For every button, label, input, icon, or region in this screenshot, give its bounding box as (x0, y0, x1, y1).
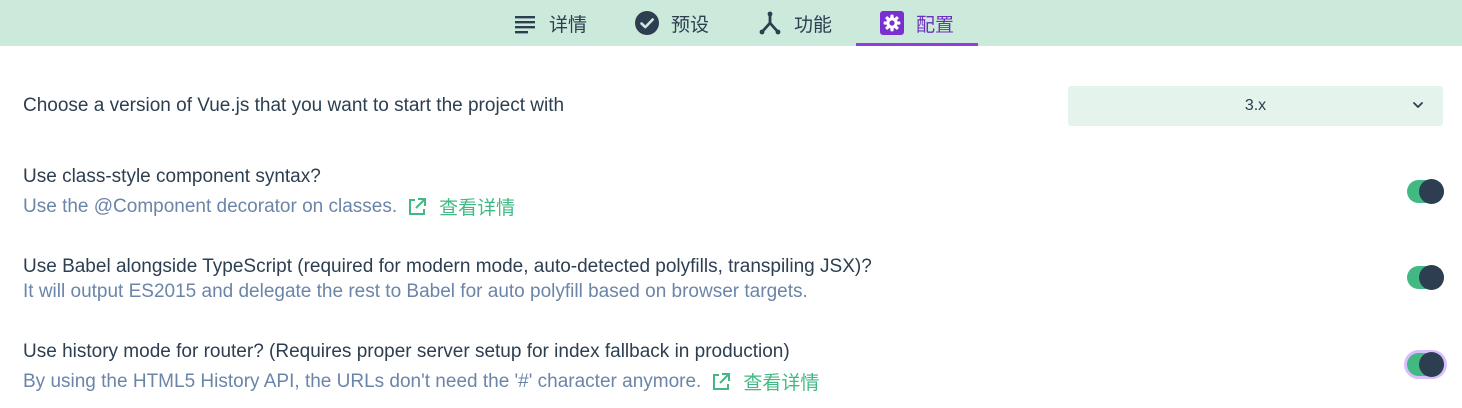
babel-toggle[interactable] (1407, 265, 1444, 290)
external-link-icon (407, 197, 427, 217)
option-question: Use history mode for router? (Requires p… (23, 341, 790, 362)
toggle-knob (1419, 352, 1444, 377)
option-description-row: Use the @Component decorator on classes.… (23, 193, 515, 220)
check-circle-icon (634, 11, 659, 35)
history-mode-toggle[interactable] (1407, 352, 1444, 377)
option-description-row: By using the HTML5 History API, the URLs… (23, 368, 819, 395)
toggle-knob (1419, 265, 1444, 290)
option-description: It will output ES2015 and delegate the r… (23, 281, 808, 302)
more-info-label: 查看详情 (743, 372, 820, 394)
option-class-style: Use class-style component syntax? Use th… (23, 166, 515, 220)
option-history-mode: Use history mode for router? (Requires p… (23, 341, 819, 395)
option-question: Use Babel alongside TypeScript (required… (23, 256, 872, 277)
vue-version-question: Choose a version of Vue.js that you want… (23, 95, 565, 116)
option-babel: Use Babel alongside TypeScript (required… (23, 256, 872, 303)
tab-config[interactable]: 配置 (856, 0, 978, 46)
tab-presets-label: 预设 (670, 13, 709, 36)
tab-details[interactable]: 详情 (500, 0, 600, 46)
list-icon (513, 11, 537, 35)
toggle-knob (1419, 179, 1444, 204)
tab-features-label: 功能 (793, 13, 832, 36)
tab-bar: 详情 预设 功能 配置 (0, 0, 1462, 46)
option-question: Use class-style component syntax? (23, 166, 321, 187)
tab-details-label: 详情 (548, 13, 587, 36)
chevron-down-icon (1411, 98, 1425, 112)
gear-icon (879, 11, 904, 35)
more-info-label: 查看详情 (439, 197, 516, 219)
more-info-link[interactable]: 查看详情 (711, 368, 819, 395)
option-description: Use the @Component decorator on classes. (23, 195, 398, 217)
external-link-icon (711, 372, 731, 392)
option-description-row: It will output ES2015 and delegate the r… (23, 281, 872, 303)
fork-icon (758, 11, 782, 35)
tab-config-label: 配置 (915, 13, 954, 36)
vue-version-selected: 3.x (1244, 97, 1267, 114)
tab-features[interactable]: 功能 (745, 0, 845, 46)
more-info-link[interactable]: 查看详情 (407, 193, 515, 220)
tab-presets[interactable]: 预设 (622, 0, 722, 46)
option-description: By using the HTML5 History API, the URLs… (23, 370, 702, 392)
vue-version-select[interactable]: 3.x (1068, 86, 1443, 126)
class-style-toggle[interactable] (1407, 179, 1444, 204)
